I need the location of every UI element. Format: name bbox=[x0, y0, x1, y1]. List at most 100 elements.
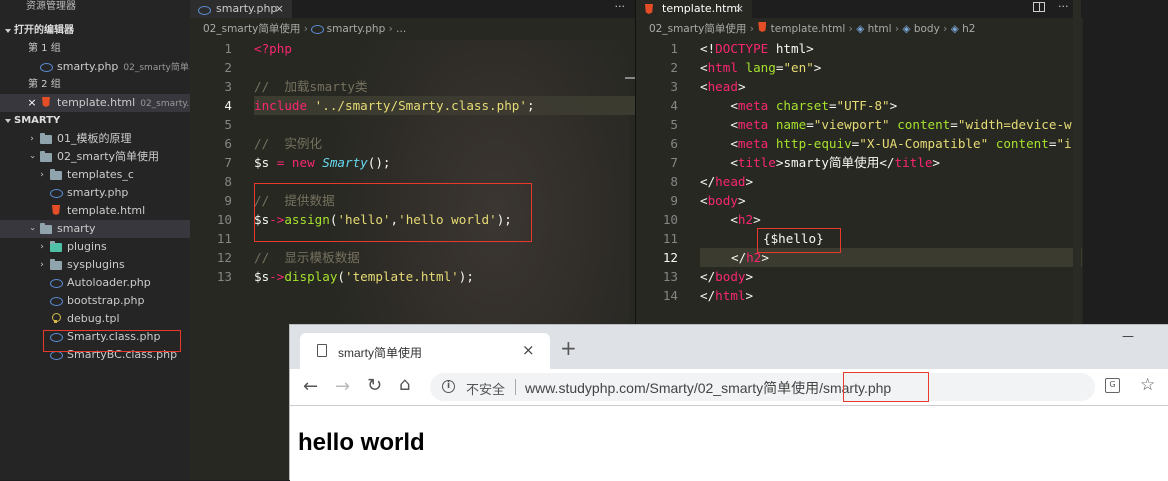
cube-icon: ◈ bbox=[856, 23, 865, 35]
breadcrumb-file[interactable]: template.html bbox=[771, 23, 846, 35]
code-line: <meta charset="UTF-8"> bbox=[700, 98, 898, 113]
code-line: <h2> bbox=[700, 212, 761, 227]
folder-icon bbox=[50, 169, 62, 180]
tree-item-label: sysplugins bbox=[67, 258, 125, 271]
plugin-folder-icon bbox=[50, 241, 62, 252]
line-number: 14 bbox=[662, 288, 678, 303]
breadcrumb-folder[interactable]: 02_smarty简单使用 bbox=[203, 23, 300, 35]
breadcrumb: 02_smarty简单使用 › smarty.php › ... bbox=[203, 20, 635, 38]
highlight-box bbox=[43, 330, 181, 352]
tab-label: template.html bbox=[662, 2, 741, 15]
open-editor-smarty-php[interactable]: smarty.php 02_smarty简单... bbox=[0, 58, 190, 76]
browser-tab[interactable]: smarty简单使用 × bbox=[300, 333, 550, 369]
chevron-down-icon: › bbox=[27, 227, 37, 231]
tree-file-autoloader[interactable]: Autoloader.php bbox=[0, 274, 190, 292]
php-file-icon bbox=[50, 278, 63, 288]
more-actions-icon[interactable]: ··· bbox=[1058, 0, 1069, 14]
code-line: <meta name="viewport" content="width=dev… bbox=[700, 117, 1072, 132]
group-1-label: 第 1 组 bbox=[28, 43, 61, 54]
open-editor-file-name: smarty.php bbox=[57, 60, 119, 73]
breadcrumb-node[interactable]: body bbox=[914, 23, 940, 35]
open-editor-file-desc: 02_smarty简单... bbox=[123, 63, 190, 73]
breadcrumb-node[interactable]: html bbox=[868, 23, 892, 35]
line-number: 7 bbox=[224, 155, 232, 170]
breadcrumb: 02_smarty简单使用 › template.html › ◈ html ›… bbox=[649, 23, 976, 35]
divider bbox=[515, 379, 516, 395]
php-file-icon bbox=[50, 296, 63, 306]
breadcrumb-symbol[interactable]: ... bbox=[396, 23, 406, 35]
back-icon[interactable]: ← bbox=[303, 376, 318, 397]
minimize-button[interactable]: — bbox=[1122, 329, 1134, 343]
cube-icon: ◈ bbox=[950, 23, 959, 35]
split-editor-icon[interactable] bbox=[1033, 2, 1045, 12]
tab-smarty-php[interactable]: smarty.php × bbox=[190, 0, 292, 18]
line-number: 6 bbox=[670, 136, 678, 151]
line-number: 3 bbox=[224, 79, 232, 94]
info-icon[interactable]: i bbox=[442, 380, 455, 393]
line-number: 12 bbox=[216, 250, 232, 265]
tree-folder-plugins[interactable]: › plugins bbox=[0, 238, 190, 256]
home-icon[interactable]: ⌂ bbox=[399, 374, 410, 395]
vertical-scrollbar[interactable] bbox=[1073, 0, 1081, 324]
open-editor-file-desc: 02_smarty... bbox=[140, 99, 190, 109]
code-line: $s = new Smarty(); bbox=[254, 155, 391, 170]
tree-file-debug-tpl[interactable]: debug.tpl bbox=[0, 310, 190, 328]
php-file-icon bbox=[50, 188, 63, 198]
tree-folder-smarty[interactable]: › smarty bbox=[0, 220, 190, 238]
tab-template-html[interactable]: template.html × bbox=[636, 0, 752, 18]
chevron-right-icon: › bbox=[40, 170, 44, 180]
tree-item-label: bootstrap.php bbox=[67, 294, 145, 307]
code-line: <html lang="en"> bbox=[700, 60, 822, 75]
explorer-title: 资源管理器 bbox=[26, 1, 76, 12]
html-file-icon bbox=[644, 5, 656, 13]
tree-item-label: debug.tpl bbox=[67, 312, 120, 325]
page-icon bbox=[317, 344, 327, 357]
browser-toolbar: ← → ↻ ⌂ i 不安全 www.studyphp.com/Smarty/02… bbox=[290, 369, 1168, 406]
tree-folder-01[interactable]: › 01_模板的原理 bbox=[0, 130, 190, 148]
code-line: // 实例化 bbox=[254, 136, 323, 151]
url-text[interactable]: www.studyphp.com/Smarty/02_smarty简单使用/sm… bbox=[525, 378, 891, 398]
breadcrumb-file[interactable]: smarty.php bbox=[327, 23, 386, 35]
close-icon[interactable]: × bbox=[522, 341, 535, 359]
reload-icon[interactable]: ↻ bbox=[367, 375, 382, 396]
close-icon[interactable]: × bbox=[275, 0, 284, 18]
translate-icon[interactable]: G bbox=[1105, 378, 1120, 393]
line-number: 9 bbox=[670, 193, 678, 208]
close-icon[interactable]: × bbox=[735, 0, 744, 18]
tree-item-label: 02_smarty简单使用 bbox=[57, 150, 160, 163]
line-number: 6 bbox=[224, 136, 232, 151]
tree-file-template-html[interactable]: template.html bbox=[0, 202, 190, 220]
open-editor-file-name: template.html bbox=[57, 96, 136, 109]
tree-folder-02[interactable]: › 02_smarty简单使用 bbox=[0, 148, 190, 166]
line-number: 10 bbox=[662, 212, 678, 227]
project-header[interactable]: SMARTY bbox=[0, 112, 190, 130]
code-line: $s->display('template.html'); bbox=[254, 269, 474, 284]
line-number: 3 bbox=[670, 79, 678, 94]
code-line: <meta http-equiv="X-UA-Compatible" conte… bbox=[700, 136, 1072, 151]
new-tab-button[interactable]: + bbox=[560, 338, 577, 358]
html-file-icon bbox=[41, 98, 53, 108]
folder-open-icon bbox=[40, 151, 52, 162]
chevron-down-icon: › bbox=[27, 155, 37, 159]
close-icon[interactable]: × bbox=[26, 94, 38, 112]
star-icon[interactable]: ☆ bbox=[1140, 375, 1155, 395]
tree-item-label: 01_模板的原理 bbox=[57, 132, 132, 145]
tree-folder-templates-c[interactable]: › templates_c bbox=[0, 166, 190, 184]
tree-file-smarty-php[interactable]: smarty.php bbox=[0, 184, 190, 202]
tree-item-label: smarty bbox=[57, 222, 96, 235]
tree-file-bootstrap[interactable]: bootstrap.php bbox=[0, 292, 190, 310]
php-file-icon bbox=[311, 24, 325, 34]
highlight-box bbox=[757, 228, 841, 253]
breadcrumb-folder[interactable]: 02_smarty简单使用 bbox=[649, 23, 746, 35]
tree-item-label: smarty.php bbox=[67, 186, 129, 199]
more-actions-icon[interactable]: ··· bbox=[615, 0, 626, 14]
page-content: hello world bbox=[290, 407, 1168, 481]
forward-icon[interactable]: → bbox=[335, 376, 350, 397]
tree-folder-sysplugins[interactable]: › sysplugins bbox=[0, 256, 190, 274]
line-number: 1 bbox=[224, 41, 232, 56]
omnibox[interactable]: i 不安全 www.studyphp.com/Smarty/02_smarty简… bbox=[430, 373, 1095, 401]
line-number: 4 bbox=[224, 98, 232, 113]
breadcrumb-node[interactable]: h2 bbox=[962, 23, 975, 35]
open-editors-header[interactable]: 打开的编辑器 bbox=[0, 22, 190, 40]
open-editor-template-html[interactable]: × template.html 02_smarty... bbox=[0, 94, 190, 112]
